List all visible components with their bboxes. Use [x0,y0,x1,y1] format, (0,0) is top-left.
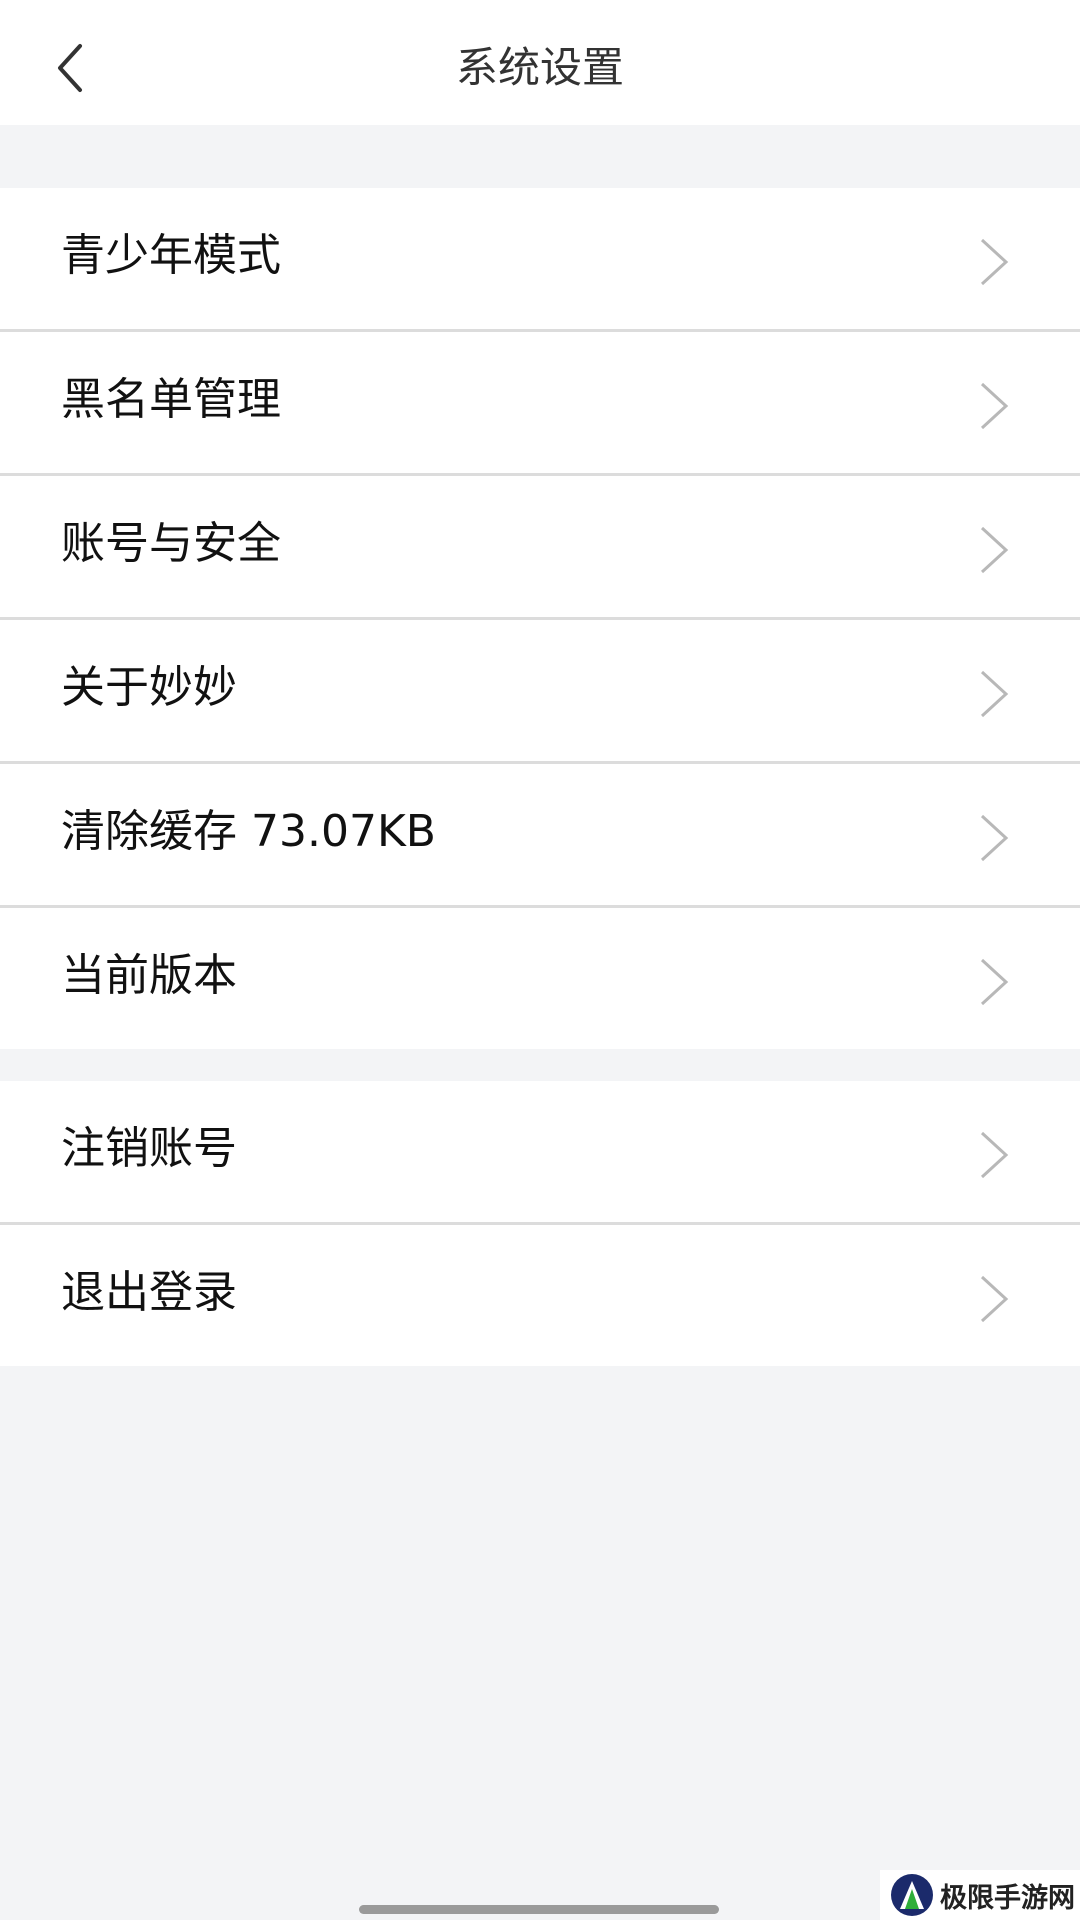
chevron-right-icon [980,382,1009,430]
settings-row-account-security[interactable]: 账号与安全 [0,476,1080,620]
row-label: 账号与安全 [61,518,281,569]
chevron-right-icon [980,958,1009,1006]
account-actions-group: 注销账号 退出登录 [0,1081,1080,1366]
row-label: 当前版本 [61,950,237,1001]
settings-row-blacklist[interactable]: 黑名单管理 [0,332,1080,476]
row-label: 注销账号 [61,1123,237,1174]
settings-row-deactivate-account[interactable]: 注销账号 [0,1081,1080,1225]
settings-row-logout[interactable]: 退出登录 [0,1225,1080,1366]
settings-row-current-version[interactable]: 当前版本 [0,908,1080,1049]
settings-group: 青少年模式 黑名单管理 账号与安全 关于妙妙 清除缓存 73.07KB 当前版本 [0,188,1080,1049]
row-label: 黑名单管理 [61,374,281,425]
chevron-right-icon [980,526,1009,574]
chevron-right-icon [980,814,1009,862]
settings-row-clear-cache[interactable]: 清除缓存 73.07KB [0,764,1080,908]
navigation-bar: 系统设置 [0,0,1080,125]
settings-row-about[interactable]: 关于妙妙 [0,620,1080,764]
settings-row-youth-mode[interactable]: 青少年模式 [0,188,1080,332]
chevron-right-icon [980,670,1009,718]
watermark: 极限手游网 [880,1870,1080,1920]
row-label: 退出登录 [61,1267,237,1318]
row-label: 青少年模式 [61,230,281,281]
row-label: 清除缓存 73.07KB [61,806,436,857]
chevron-right-icon [980,1131,1009,1179]
home-indicator[interactable] [359,1905,719,1914]
chevron-right-icon [980,1275,1009,1323]
chevron-right-icon [980,238,1009,286]
watermark-logo-icon [891,1874,933,1916]
watermark-text: 极限手游网 [940,1882,1075,1914]
row-label: 关于妙妙 [61,662,237,713]
page-title: 系统设置 [455,43,624,92]
